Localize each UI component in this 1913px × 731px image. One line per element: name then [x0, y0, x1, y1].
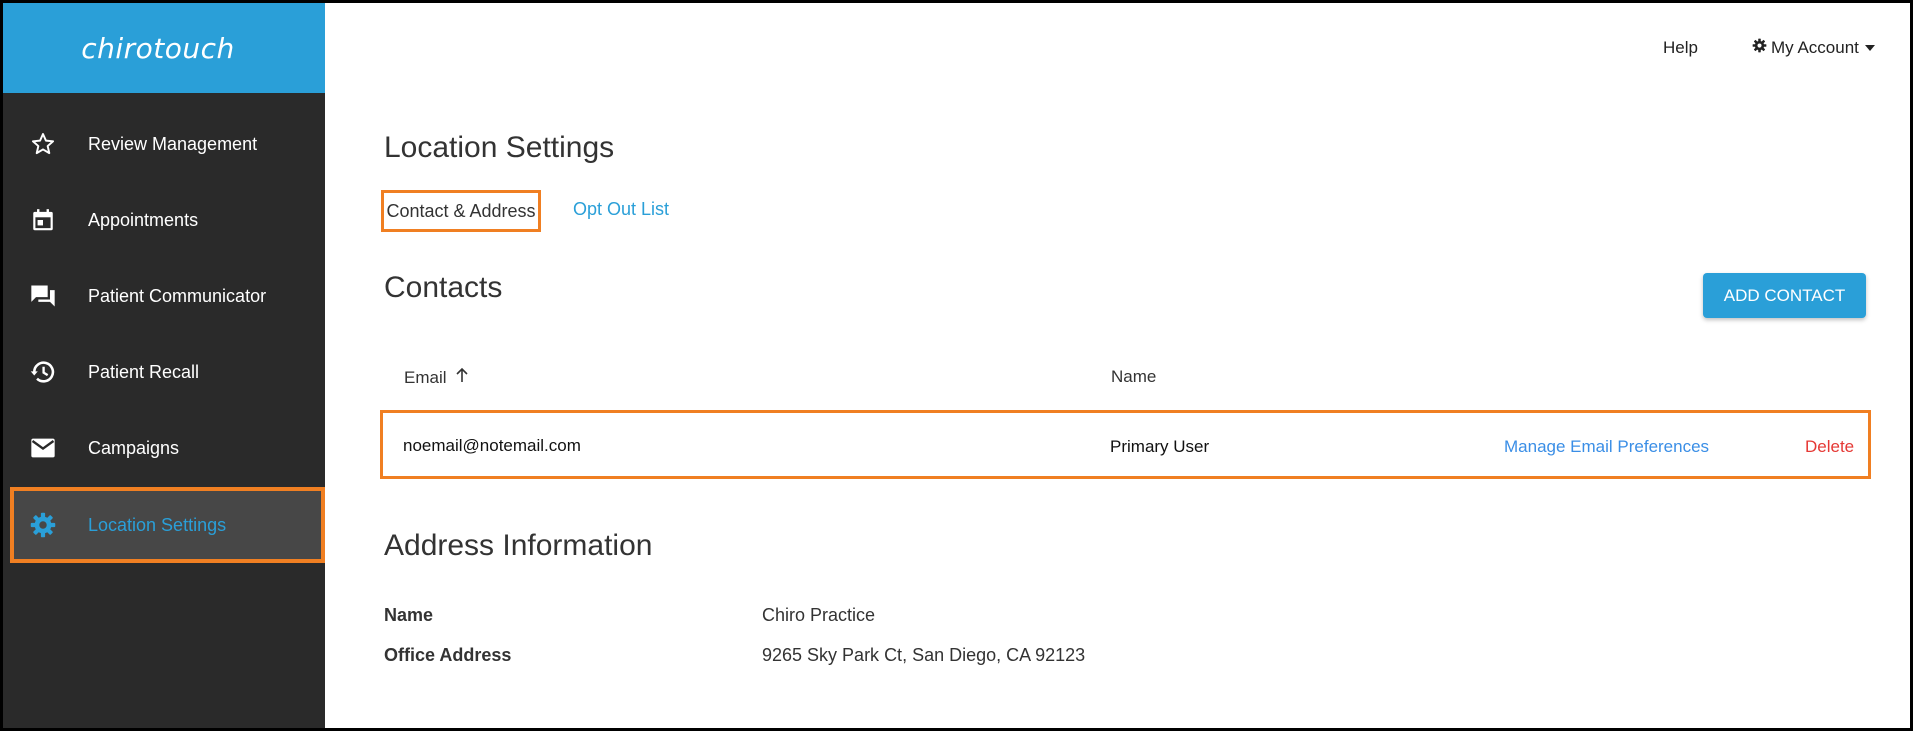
gear-icon [1752, 38, 1767, 58]
sidebar-item-label: Patient Recall [88, 361, 200, 382]
sidebar-item-review-management[interactable]: Review Management [3, 106, 325, 182]
address-heading: Address Information [384, 529, 653, 562]
email-column-label: Email [404, 367, 447, 387]
history-icon [28, 357, 58, 387]
envelope-icon [28, 433, 58, 463]
address-name-label: Name [384, 605, 434, 625]
page-title: Location Settings [384, 131, 615, 164]
chat-bubbles-icon [28, 281, 58, 311]
address-name-value: Chiro Practice [762, 605, 876, 625]
sidebar-item-label: Location Settings [88, 514, 227, 535]
app-window: chirotouch Review Management Appointment… [0, 0, 1913, 731]
star-outline-icon [28, 129, 58, 159]
arrow-up-icon [455, 367, 469, 388]
sidebar-item-patient-communicator[interactable]: Patient Communicator [3, 258, 325, 334]
calendar-icon [28, 205, 58, 235]
sidebar-item-label: Patient Communicator [88, 285, 267, 306]
email-column-header[interactable]: Email [404, 367, 469, 388]
delete-contact-link[interactable]: Delete [1805, 437, 1854, 457]
sidebar-item-campaigns[interactable]: Campaigns [3, 410, 325, 486]
sidebar-item-location-settings[interactable]: Location Settings [10, 487, 325, 563]
my-account-label: My Account [1771, 38, 1859, 57]
sidebar-item-label: Appointments [88, 209, 199, 230]
add-contact-button[interactable]: ADD CONTACT [1703, 273, 1866, 318]
manage-email-preferences-link[interactable]: Manage Email Preferences [1504, 437, 1709, 457]
my-account-menu[interactable]: My Account [1752, 38, 1875, 58]
office-address-value: 9265 Sky Park Ct, San Diego, CA 92123 [762, 645, 1086, 665]
contact-email: noemail@notemail.com [403, 436, 581, 455]
sidebar-item-label: Campaigns [88, 437, 180, 458]
sidebar-item-appointments[interactable]: Appointments [3, 182, 325, 258]
table-row: noemail@notemail.com Primary User Manage… [380, 410, 1871, 479]
gear-icon [28, 510, 58, 540]
brand-header: chirotouch [3, 3, 325, 93]
sidebar-item-label: Review Management [88, 133, 258, 154]
chirotouch-logo[interactable]: chirotouch [81, 32, 235, 65]
contact-name: Primary User [1110, 437, 1210, 456]
contacts-heading: Contacts [384, 271, 503, 304]
caret-down-icon [1864, 45, 1875, 51]
help-link[interactable]: Help [1663, 38, 1698, 58]
tab-contact-address[interactable]: Contact & Address [381, 190, 541, 232]
sidebar-item-patient-recall[interactable]: Patient Recall [3, 334, 325, 410]
name-column-header[interactable]: Name [1111, 367, 1156, 387]
sidebar: chirotouch Review Management Appointment… [3, 3, 325, 728]
tab-opt-out-list[interactable]: Opt Out List [573, 199, 669, 220]
office-address-label: Office Address [384, 645, 512, 665]
